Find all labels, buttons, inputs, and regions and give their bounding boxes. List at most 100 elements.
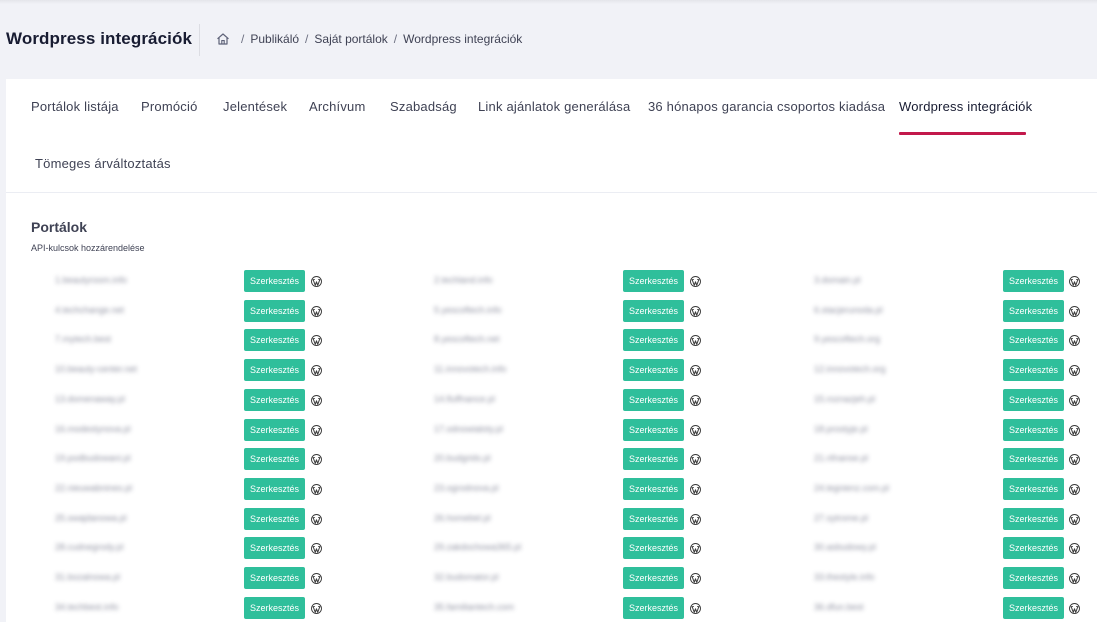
portal-name: 29.zakdochowa365.pl — [434, 542, 522, 553]
edit-button[interactable]: Szerkesztés — [623, 359, 684, 382]
edit-button[interactable]: Szerkesztés — [1003, 359, 1064, 382]
tab-portalok-listaja[interactable]: Portálok listája — [31, 99, 119, 114]
wordpress-icon[interactable] — [311, 571, 322, 584]
portal-name: 28.cudnegrody.pl — [55, 542, 124, 553]
wordpress-icon[interactable] — [1069, 452, 1080, 466]
wordpress-icon[interactable] — [1069, 601, 1080, 614]
portal-name: 9.yescoftech.org — [814, 334, 881, 345]
home-icon[interactable] — [216, 32, 230, 46]
edit-button[interactable]: Szerkesztés — [1003, 537, 1064, 560]
edit-button[interactable]: Szerkesztés — [244, 507, 305, 530]
wordpress-icon[interactable] — [1069, 482, 1080, 495]
edit-button[interactable]: Szerkesztés — [623, 299, 684, 322]
edit-button[interactable]: Szerkesztés — [244, 418, 305, 441]
edit-button[interactable]: Szerkesztés — [1003, 477, 1064, 500]
edit-button[interactable]: Szerkesztés — [244, 299, 305, 322]
edit-button[interactable]: Szerkesztés — [623, 448, 684, 471]
wordpress-icon[interactable] — [1069, 274, 1080, 287]
section-title: Portálok — [31, 219, 88, 235]
active-tab-indicator — [899, 132, 1026, 135]
edit-button[interactable]: Szerkesztés — [623, 507, 684, 530]
breadcrumb-item-sajat-portalok[interactable]: Saját portálok — [314, 32, 387, 46]
wordpress-icon[interactable] — [311, 304, 322, 317]
edit-button[interactable]: Szerkesztés — [623, 270, 684, 292]
wordpress-icon[interactable] — [690, 423, 701, 436]
portal-name: 23.ogrodnova.pl — [434, 482, 499, 493]
edit-button[interactable]: Szerkesztés — [244, 596, 305, 619]
wordpress-icon[interactable] — [311, 393, 322, 406]
wordpress-icon[interactable] — [1069, 363, 1080, 377]
wordpress-icon[interactable] — [311, 274, 322, 287]
edit-button[interactable]: Szerkesztés — [1003, 270, 1064, 292]
wordpress-icon[interactable] — [690, 363, 701, 377]
edit-button[interactable]: Szerkesztés — [623, 329, 684, 352]
edit-button[interactable]: Szerkesztés — [244, 270, 305, 292]
edit-button[interactable]: Szerkesztés — [244, 329, 305, 352]
edit-button[interactable]: Szerkesztés — [244, 388, 305, 411]
wordpress-icon[interactable] — [311, 541, 322, 555]
portal-name: 5.yescoftech.info — [434, 304, 502, 315]
wordpress-icon[interactable] — [311, 333, 322, 347]
wordpress-icon[interactable] — [1069, 423, 1080, 436]
edit-button[interactable]: Szerkesztés — [623, 388, 684, 411]
wordpress-icon[interactable] — [690, 393, 701, 406]
tab-tomeges-arvaltoztatas[interactable]: Tömeges árváltoztatás — [35, 156, 171, 171]
portal-name: 35.familiantech.com — [434, 601, 515, 612]
wordpress-icon[interactable] — [690, 512, 701, 525]
wordpress-icon[interactable] — [690, 274, 701, 287]
wordpress-icon[interactable] — [311, 423, 322, 436]
edit-button[interactable]: Szerkesztés — [244, 359, 305, 382]
wordpress-icon[interactable] — [311, 452, 322, 466]
edit-button[interactable]: Szerkesztés — [1003, 507, 1064, 530]
edit-button[interactable]: Szerkesztés — [1003, 448, 1064, 471]
wordpress-icon[interactable] — [690, 482, 701, 495]
tab-wordpress-integraciok[interactable]: Wordpress integrációk — [899, 99, 1032, 114]
portal-name: 14.fluffnance.pl — [434, 393, 495, 404]
wordpress-icon[interactable] — [311, 482, 322, 495]
wordpress-icon[interactable] — [690, 601, 701, 614]
edit-button[interactable]: Szerkesztés — [244, 477, 305, 500]
wordpress-icon[interactable] — [311, 512, 322, 525]
wordpress-icon[interactable] — [690, 304, 701, 317]
wordpress-icon[interactable] — [1069, 393, 1080, 406]
breadcrumb-item-publikalo[interactable]: Publikáló — [250, 32, 299, 46]
edit-button[interactable]: Szerkesztés — [623, 418, 684, 441]
wordpress-icon[interactable] — [1069, 541, 1080, 555]
edit-button[interactable]: Szerkesztés — [1003, 567, 1064, 589]
edit-button[interactable]: Szerkesztés — [1003, 596, 1064, 619]
tab-promocio[interactable]: Promóció — [141, 99, 198, 114]
edit-button[interactable]: Szerkesztés — [623, 477, 684, 500]
wordpress-icon[interactable] — [690, 571, 701, 584]
edit-button[interactable]: Szerkesztés — [1003, 299, 1064, 322]
edit-button[interactable]: Szerkesztés — [244, 537, 305, 560]
tab-link-ajanlatok[interactable]: Link ajánlatok generálása — [478, 99, 630, 114]
edit-button[interactable]: Szerkesztés — [244, 567, 305, 589]
wordpress-icon[interactable] — [1069, 333, 1080, 347]
edit-button[interactable]: Szerkesztés — [244, 448, 305, 471]
edit-button[interactable]: Szerkesztés — [623, 567, 684, 589]
wordpress-icon[interactable] — [690, 541, 701, 555]
wordpress-icon[interactable] — [1069, 571, 1080, 584]
tab-archivum[interactable]: Archívum — [309, 99, 366, 114]
wordpress-icon[interactable] — [311, 601, 322, 614]
tab-garancia[interactable]: 36 hónapos garancia csoportos kiadása — [648, 99, 885, 114]
wordpress-icon[interactable] — [690, 333, 701, 347]
tab-szabadsag[interactable]: Szabadság — [390, 99, 457, 114]
portal-name: 25.swajdanowa.pl — [55, 512, 127, 523]
wordpress-icon[interactable] — [690, 452, 701, 466]
tab-jelentesek[interactable]: Jelentések — [223, 99, 287, 114]
wordpress-icon[interactable] — [1069, 512, 1080, 525]
edit-button[interactable]: Szerkesztés — [1003, 329, 1064, 352]
edit-button[interactable]: Szerkesztés — [1003, 418, 1064, 441]
edit-button[interactable]: Szerkesztés — [1003, 388, 1064, 411]
edit-button[interactable]: Szerkesztés — [623, 596, 684, 619]
portal-name: 8.yescoftech.net — [434, 334, 500, 345]
portal-name: 20.budgrids.pl — [434, 453, 491, 464]
portal-name: 7.mytech.best — [55, 334, 112, 345]
wordpress-icon[interactable] — [311, 363, 322, 377]
edit-button[interactable]: Szerkesztés — [623, 537, 684, 560]
wordpress-icon[interactable] — [1069, 304, 1080, 317]
portal-name: 16.modestynova.pl — [55, 423, 131, 434]
portal-name: 26.homebel.pl — [434, 512, 491, 523]
portal-name: 34.techbest.info — [55, 601, 119, 612]
